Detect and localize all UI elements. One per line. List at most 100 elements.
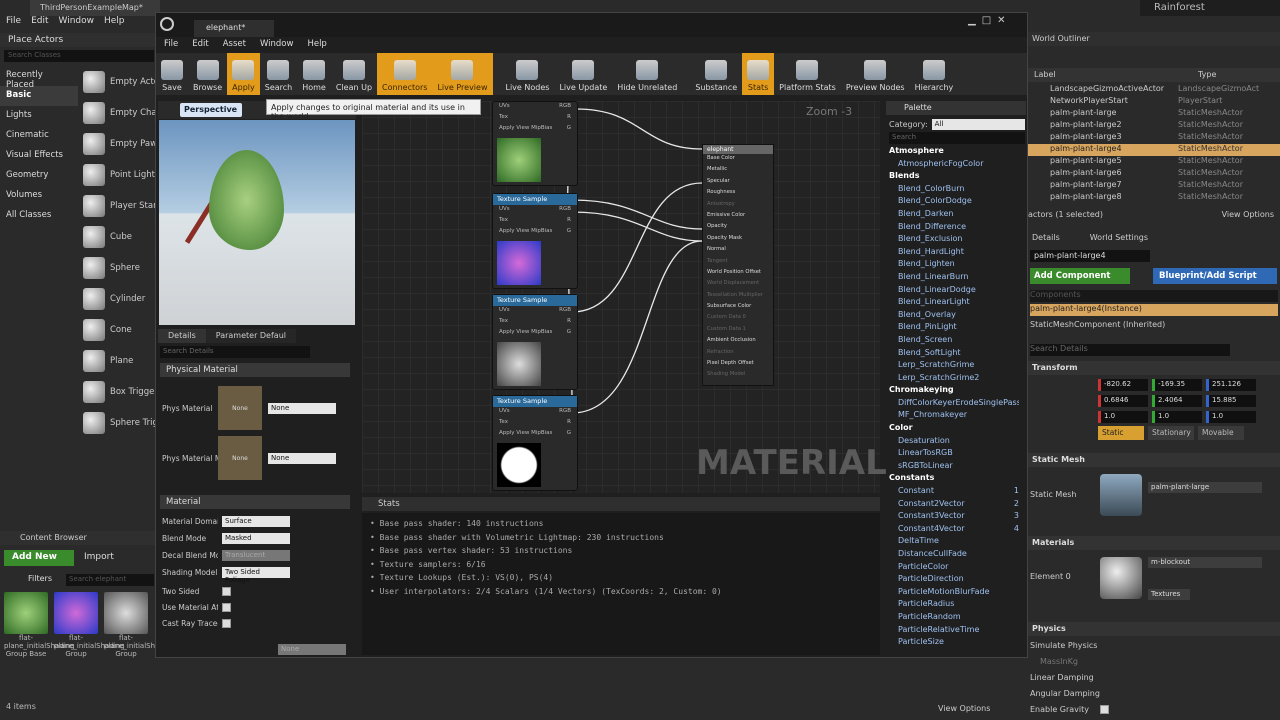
node-pin[interactable]: Apply View MipBias G <box>493 429 577 440</box>
toolbar-button[interactable]: Save <box>156 53 188 95</box>
node-pin[interactable]: UVs RGB <box>493 407 577 418</box>
palette-item[interactable]: Blend_LinearDodge <box>889 285 1019 298</box>
category-item[interactable]: Cinematic <box>0 126 78 146</box>
tab-parameter-defaults[interactable]: Parameter Defaul <box>205 329 296 343</box>
menu-file[interactable]: File <box>6 16 21 30</box>
material-input-pin[interactable]: Ambient Occlusion <box>703 336 773 347</box>
node-pin[interactable]: UVs RGB <box>493 205 577 216</box>
palette-item[interactable]: sRGBToLinear <box>889 461 1019 474</box>
palette-item[interactable]: Blends <box>889 171 1019 184</box>
prop-dropdown[interactable]: Masked <box>222 532 290 544</box>
palette-search[interactable]: Search <box>889 132 1025 144</box>
asset-tile[interactable]: flat-plane_initialShading Group <box>104 592 175 662</box>
palette-item[interactable]: AtmosphericFogColor <box>889 159 1019 172</box>
palette-item[interactable]: ParticleRandom <box>889 612 1019 625</box>
category-dropdown[interactable]: All <box>931 118 1025 130</box>
physical-material-section[interactable]: Physical Material <box>160 363 350 377</box>
toolbar-button[interactable]: Apply <box>227 53 260 95</box>
node-pin[interactable]: Apply View MipBias G <box>493 328 577 339</box>
outliner-row[interactable]: palm-plant-large StaticMeshActor <box>1028 108 1280 120</box>
rot-y[interactable]: 2.4064 <box>1152 395 1202 407</box>
palette-item[interactable]: Blend_ColorDodge <box>889 196 1019 209</box>
tab-details[interactable]: Details <box>158 329 206 343</box>
material-input-pin[interactable]: Pixel Depth Offset <box>703 359 773 370</box>
palette-item[interactable]: Blend_Screen <box>889 335 1019 348</box>
material-menu-item[interactable]: Window <box>260 39 294 53</box>
prop-checkbox[interactable] <box>222 586 231 596</box>
materials-section[interactable]: Materials <box>1028 536 1280 550</box>
material-menu-item[interactable]: Edit <box>192 39 208 53</box>
palette-item[interactable]: ParticleRelativeTime <box>889 625 1019 638</box>
palette-item[interactable]: DeltaTime <box>889 536 1019 549</box>
rot-x[interactable]: 0.6846 <box>1098 395 1148 407</box>
actor-item[interactable]: Player Start <box>80 190 156 221</box>
palette-item[interactable]: Desaturation <box>889 436 1019 449</box>
material-input-pin[interactable]: Anisotropy <box>703 200 773 211</box>
material-thumbnail[interactable] <box>1100 557 1142 599</box>
node-pin[interactable]: Tex R <box>493 216 577 227</box>
texture-sample-node[interactable]: Texture Sample UVs RGB Tex R Apply View MipBi… <box>492 193 578 289</box>
component-smc[interactable]: StaticMeshComponent (Inherited) <box>1030 320 1278 332</box>
outliner-row[interactable]: palm-plant-large2 StaticMeshActor <box>1028 120 1280 132</box>
prop-dropdown[interactable]: Translucent <box>222 549 290 561</box>
phys-material-swatch[interactable]: None <box>218 386 262 430</box>
outliner-row[interactable]: palm-plant-large6 StaticMeshActor <box>1028 168 1280 180</box>
actor-item[interactable]: Sphere <box>80 252 156 283</box>
material-input-pin[interactable]: Normal <box>703 245 773 256</box>
actor-item[interactable]: Plane <box>80 345 156 376</box>
outliner-row[interactable]: palm-plant-large3 StaticMeshActor <box>1028 132 1280 144</box>
toolbar-button[interactable]: Hide Unrelated <box>612 53 682 95</box>
menu-edit[interactable]: Edit <box>31 16 48 30</box>
actor-item[interactable]: Empty Character <box>80 97 156 128</box>
add-component-button[interactable]: Add Component <box>1030 268 1130 284</box>
palette-item[interactable]: Blend_LinearBurn <box>889 272 1019 285</box>
material-input-pin[interactable]: Opacity <box>703 222 773 233</box>
palette-item[interactable]: Blend_HardLight <box>889 247 1019 260</box>
tab-details-right[interactable]: Details <box>1032 233 1060 247</box>
physics-section[interactable]: Physics <box>1028 622 1280 636</box>
static-mesh-thumbnail[interactable] <box>1100 474 1142 516</box>
actor-item[interactable]: Point Light <box>80 159 156 190</box>
node-pin[interactable]: Apply View MipBias G <box>493 227 577 238</box>
palette-item[interactable]: ParticleRadius <box>889 599 1019 612</box>
node-pin[interactable]: Tex R <box>493 113 577 124</box>
outliner-row[interactable]: NetworkPlayerStart PlayerStart <box>1028 96 1280 108</box>
preview-viewport[interactable] <box>159 120 355 325</box>
menu-window[interactable]: Window <box>59 16 95 30</box>
node-pin[interactable]: UVs RGB <box>493 102 577 113</box>
palette-item[interactable]: Lerp_ScratchGrime <box>889 360 1019 373</box>
palette-item[interactable]: Constants <box>889 473 1019 486</box>
palette-item[interactable]: Constant3Vector 3 <box>889 511 1019 524</box>
prop-checkbox[interactable] <box>222 602 231 612</box>
close-icon[interactable]: ✕ <box>997 15 1005 29</box>
palette-item[interactable]: Constant 1 <box>889 486 1019 499</box>
prop-dropdown[interactable]: Two Sided Foliage <box>222 566 290 584</box>
palette-item[interactable]: Blend_SoftLight <box>889 348 1019 361</box>
mobility-movable[interactable]: Movable <box>1198 426 1244 440</box>
place-actors-search[interactable]: Search Classes <box>4 50 154 62</box>
toolbar-button[interactable]: Live Preview <box>432 53 493 95</box>
material-input-pin[interactable]: Base Color <box>703 154 773 165</box>
material-input-pin[interactable]: World Position Offset <box>703 268 773 279</box>
col-type[interactable]: Type <box>1198 70 1216 79</box>
palette-item[interactable]: Lerp_ScratchGrime2 <box>889 373 1019 386</box>
actor-item[interactable]: Cylinder <box>80 283 156 314</box>
enable-gravity-checkbox[interactable] <box>1100 705 1109 714</box>
content-search-input[interactable]: Search elephant <box>66 574 154 586</box>
col-label[interactable]: Label <box>1034 70 1056 79</box>
toolbar-button[interactable]: Substance <box>690 53 742 95</box>
toolbar-button[interactable]: Hierarchy <box>910 53 959 95</box>
material-menu-item[interactable]: File <box>164 39 178 53</box>
toolbar-button[interactable]: Stats <box>742 53 775 95</box>
loc-x[interactable]: -820.62 <box>1098 379 1148 391</box>
perspective-button[interactable]: Perspective <box>180 103 242 117</box>
actor-item[interactable]: Box Trigger <box>80 376 156 407</box>
material-input-pin[interactable]: Emissive Color <box>703 211 773 222</box>
asset-tile[interactable]: flat-plane_initialShading Group <box>54 592 125 662</box>
palette-item[interactable]: ParticleSize <box>889 637 1019 650</box>
node-pin[interactable]: Apply View MipBias G <box>493 124 577 135</box>
palette-item[interactable]: Blend_Lighten <box>889 259 1019 272</box>
outliner-row[interactable]: palm-plant-large7 StaticMeshActor <box>1028 180 1280 192</box>
palette-item[interactable]: Constant4Vector 4 <box>889 524 1019 537</box>
level-tab[interactable]: ThirdPersonExampleMap* <box>30 0 160 16</box>
